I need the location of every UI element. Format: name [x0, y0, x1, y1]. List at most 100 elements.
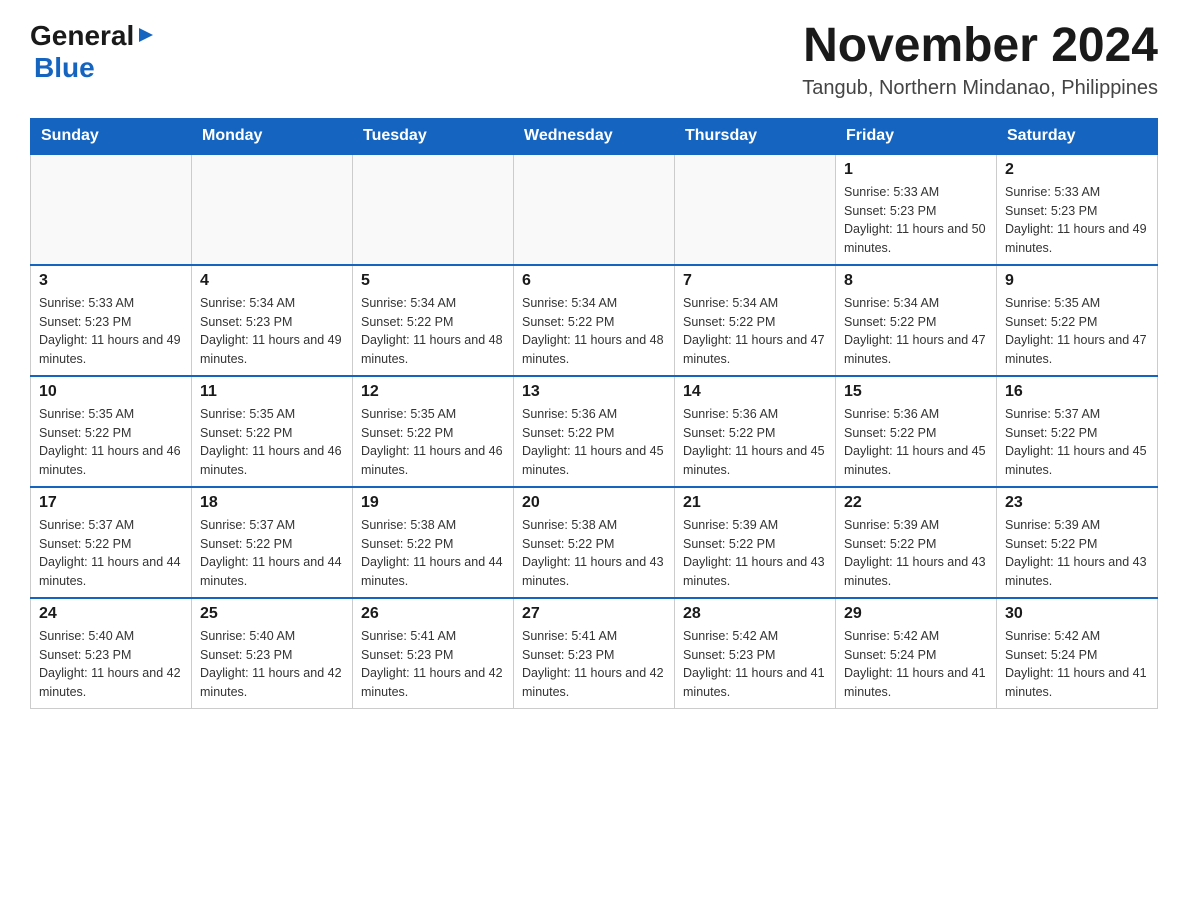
calendar-cell: 21 Sunrise: 5:39 AM Sunset: 5:22 PM Dayli…: [675, 487, 836, 598]
calendar-cell: 10 Sunrise: 5:35 AM Sunset: 5:22 PM Dayli…: [31, 376, 192, 487]
calendar-cell: 28 Sunrise: 5:42 AM Sunset: 5:23 PM Dayli…: [675, 598, 836, 709]
day-number: 23: [1005, 494, 1149, 512]
day-number: 22: [844, 494, 988, 512]
calendar-week-2: 3Sunrise: 5:33 AM Sunset: 5:23 PM Daylig…: [31, 265, 1158, 376]
calendar-cell: 2 Sunrise: 5:33 AM Sunset: 5:23 PM Daylig…: [997, 154, 1158, 265]
weekday-header-monday: Monday: [192, 118, 353, 154]
calendar-cell: [192, 154, 353, 265]
calendar-cell: 22 Sunrise: 5:39 AM Sunset: 5:22 PM Dayli…: [836, 487, 997, 598]
day-info: Sunrise: 5:36 AM Sunset: 5:22 PM Dayligh…: [683, 405, 827, 480]
day-info: Sunrise: 5:38 AM Sunset: 5:22 PM Dayligh…: [522, 516, 666, 591]
day-info: Sunrise: 5:38 AM Sunset: 5:22 PM Dayligh…: [361, 516, 505, 591]
calendar-cell: [31, 154, 192, 265]
calendar-cell: 27 Sunrise: 5:41 AM Sunset: 5:23 PM Dayli…: [514, 598, 675, 709]
calendar-cell: 29 Sunrise: 5:42 AM Sunset: 5:24 PM Dayli…: [836, 598, 997, 709]
calendar-cell: 7 Sunrise: 5:34 AM Sunset: 5:22 PM Daylig…: [675, 265, 836, 376]
calendar-cell: 17 Sunrise: 5:37 AM Sunset: 5:22 PM Dayli…: [31, 487, 192, 598]
day-info: Sunrise: 5:33 AM Sunset: 5:23 PM Dayligh…: [1005, 183, 1149, 258]
calendar-cell: 26 Sunrise: 5:41 AM Sunset: 5:23 PM Dayli…: [353, 598, 514, 709]
day-info: Sunrise: 5:35 AM Sunset: 5:22 PM Dayligh…: [39, 405, 183, 480]
page-header: General Blue November 2024 Tangub, North…: [30, 20, 1158, 100]
day-info: Sunrise: 5:37 AM Sunset: 5:22 PM Dayligh…: [1005, 405, 1149, 480]
day-number: 14: [683, 383, 827, 401]
day-info: Sunrise: 5:33 AM Sunset: 5:23 PM Dayligh…: [844, 183, 988, 258]
calendar-cell: 16Sunrise: 5:37 AM Sunset: 5:22 PM Dayli…: [997, 376, 1158, 487]
day-number: 10: [39, 383, 183, 401]
calendar-cell: [514, 154, 675, 265]
calendar-cell: 25 Sunrise: 5:40 AM Sunset: 5:23 PM Dayli…: [192, 598, 353, 709]
logo: General Blue: [30, 20, 155, 84]
calendar-cell: 24 Sunrise: 5:40 AM Sunset: 5:23 PM Dayli…: [31, 598, 192, 709]
day-info: Sunrise: 5:40 AM Sunset: 5:23 PM Dayligh…: [200, 627, 344, 702]
day-number: 26: [361, 605, 505, 623]
day-number: 20: [522, 494, 666, 512]
day-number: 27: [522, 605, 666, 623]
day-info: Sunrise: 5:37 AM Sunset: 5:22 PM Dayligh…: [200, 516, 344, 591]
calendar-cell: [675, 154, 836, 265]
calendar-cell: 9 Sunrise: 5:35 AM Sunset: 5:22 PM Daylig…: [997, 265, 1158, 376]
day-number: 28: [683, 605, 827, 623]
calendar-cell: 3Sunrise: 5:33 AM Sunset: 5:23 PM Daylig…: [31, 265, 192, 376]
weekday-header-thursday: Thursday: [675, 118, 836, 154]
day-info: Sunrise: 5:37 AM Sunset: 5:22 PM Dayligh…: [39, 516, 183, 591]
day-number: 5: [361, 272, 505, 290]
day-number: 19: [361, 494, 505, 512]
day-info: Sunrise: 5:41 AM Sunset: 5:23 PM Dayligh…: [522, 627, 666, 702]
day-info: Sunrise: 5:39 AM Sunset: 5:22 PM Dayligh…: [844, 516, 988, 591]
day-number: 2: [1005, 161, 1149, 179]
calendar-cell: 4Sunrise: 5:34 AM Sunset: 5:23 PM Daylig…: [192, 265, 353, 376]
day-number: 15: [844, 383, 988, 401]
calendar-cell: 15 Sunrise: 5:36 AM Sunset: 5:22 PM Dayli…: [836, 376, 997, 487]
day-info: Sunrise: 5:34 AM Sunset: 5:22 PM Dayligh…: [683, 294, 827, 369]
calendar-cell: 8 Sunrise: 5:34 AM Sunset: 5:22 PM Daylig…: [836, 265, 997, 376]
day-info: Sunrise: 5:35 AM Sunset: 5:22 PM Dayligh…: [361, 405, 505, 480]
day-number: 29: [844, 605, 988, 623]
title-block: November 2024 Tangub, Northern Mindanao,…: [802, 20, 1158, 100]
weekday-header-friday: Friday: [836, 118, 997, 154]
calendar-cell: 14 Sunrise: 5:36 AM Sunset: 5:22 PM Dayli…: [675, 376, 836, 487]
location-title: Tangub, Northern Mindanao, Philippines: [802, 77, 1158, 100]
day-number: 1: [844, 161, 988, 179]
day-number: 8: [844, 272, 988, 290]
day-info: Sunrise: 5:42 AM Sunset: 5:23 PM Dayligh…: [683, 627, 827, 702]
logo-blue-text: Blue: [34, 52, 95, 83]
calendar-cell: 6Sunrise: 5:34 AM Sunset: 5:22 PM Daylig…: [514, 265, 675, 376]
day-info: Sunrise: 5:42 AM Sunset: 5:24 PM Dayligh…: [1005, 627, 1149, 702]
day-number: 3: [39, 272, 183, 290]
day-number: 7: [683, 272, 827, 290]
day-info: Sunrise: 5:36 AM Sunset: 5:22 PM Dayligh…: [522, 405, 666, 480]
day-info: Sunrise: 5:42 AM Sunset: 5:24 PM Dayligh…: [844, 627, 988, 702]
calendar-cell: 13 Sunrise: 5:36 AM Sunset: 5:22 PM Dayli…: [514, 376, 675, 487]
calendar-cell: 19 Sunrise: 5:38 AM Sunset: 5:22 PM Dayli…: [353, 487, 514, 598]
calendar-cell: 20 Sunrise: 5:38 AM Sunset: 5:22 PM Dayli…: [514, 487, 675, 598]
day-info: Sunrise: 5:41 AM Sunset: 5:23 PM Dayligh…: [361, 627, 505, 702]
day-number: 25: [200, 605, 344, 623]
day-info: Sunrise: 5:40 AM Sunset: 5:23 PM Dayligh…: [39, 627, 183, 702]
day-number: 17: [39, 494, 183, 512]
calendar-cell: 1 Sunrise: 5:33 AM Sunset: 5:23 PM Daylig…: [836, 154, 997, 265]
calendar-cell: 30 Sunrise: 5:42 AM Sunset: 5:24 PM Dayli…: [997, 598, 1158, 709]
day-info: Sunrise: 5:39 AM Sunset: 5:22 PM Dayligh…: [683, 516, 827, 591]
day-info: Sunrise: 5:34 AM Sunset: 5:22 PM Dayligh…: [522, 294, 666, 369]
day-info: Sunrise: 5:39 AM Sunset: 5:22 PM Dayligh…: [1005, 516, 1149, 591]
day-info: Sunrise: 5:35 AM Sunset: 5:22 PM Dayligh…: [1005, 294, 1149, 369]
day-number: 9: [1005, 272, 1149, 290]
day-info: Sunrise: 5:36 AM Sunset: 5:22 PM Dayligh…: [844, 405, 988, 480]
day-info: Sunrise: 5:34 AM Sunset: 5:22 PM Dayligh…: [844, 294, 988, 369]
day-info: Sunrise: 5:34 AM Sunset: 5:23 PM Dayligh…: [200, 294, 344, 369]
day-number: 30: [1005, 605, 1149, 623]
day-info: Sunrise: 5:35 AM Sunset: 5:22 PM Dayligh…: [200, 405, 344, 480]
weekday-header-wednesday: Wednesday: [514, 118, 675, 154]
weekday-header-sunday: Sunday: [31, 118, 192, 154]
month-title: November 2024: [802, 20, 1158, 73]
calendar-cell: [353, 154, 514, 265]
calendar-cell: 12 Sunrise: 5:35 AM Sunset: 5:22 PM Dayli…: [353, 376, 514, 487]
calendar-header-row: SundayMondayTuesdayWednesdayThursdayFrid…: [31, 118, 1158, 154]
calendar-week-3: 10 Sunrise: 5:35 AM Sunset: 5:22 PM Dayli…: [31, 376, 1158, 487]
weekday-header-saturday: Saturday: [997, 118, 1158, 154]
day-number: 21: [683, 494, 827, 512]
weekday-header-tuesday: Tuesday: [353, 118, 514, 154]
day-number: 24: [39, 605, 183, 623]
day-number: 12: [361, 383, 505, 401]
day-number: 13: [522, 383, 666, 401]
